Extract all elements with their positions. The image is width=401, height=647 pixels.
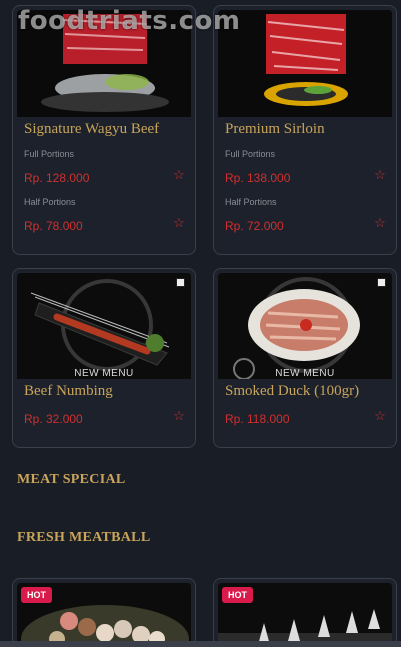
menu-card-beef-numbing[interactable]: NEW MENU Beef Numbing Rp. 32.000 ☆ [12,268,196,448]
menu-card-premium-sirloin[interactable]: Premium Sirloin Full Portions Rp. 138.00… [213,5,397,255]
menu-card-meatball-2[interactable]: HOT [213,578,397,647]
menu-card-meatball-1[interactable]: HOT [12,578,196,647]
new-menu-badge: NEW MENU [275,368,335,379]
item-title: Beef Numbing [24,383,113,399]
item-title: Signature Wagyu Beef [24,121,160,137]
menu-card-signature-wagyu-beef[interactable]: Signature Wagyu Beef Full Portions Rp. 1… [12,5,196,255]
price: Rp. 32.000 [24,412,83,426]
price: Rp. 138.000 [225,171,291,185]
star-outline-icon[interactable]: ☆ [173,409,185,422]
portion-label: Half Portions [225,197,277,207]
item-title: Premium Sirloin [225,121,325,137]
hot-badge: HOT [21,587,52,603]
star-outline-icon[interactable]: ☆ [173,168,185,181]
portion-label: Full Portions [24,149,75,159]
food-photo: NEW MENU [218,273,392,379]
qr-icon [176,278,185,287]
food-photo [218,10,392,117]
section-heading-meat-special: MEAT SPECIAL [17,472,126,487]
star-outline-icon[interactable]: ☆ [173,216,185,229]
bottom-bar [0,641,401,647]
price: Rp. 78.000 [24,219,83,233]
watermark: foodtriats.com [18,6,241,36]
item-title: Smoked Duck (100gr) [225,383,360,399]
food-photo: NEW MENU [17,273,191,379]
star-outline-icon[interactable]: ☆ [374,216,386,229]
hot-badge: HOT [222,587,253,603]
menu-card-smoked-duck[interactable]: NEW MENU Smoked Duck (100gr) Rp. 118.000… [213,268,397,448]
price: Rp. 128.000 [24,171,90,185]
star-outline-icon[interactable]: ☆ [374,168,386,181]
section-heading-fresh-meatball: FRESH MEATBALL [17,530,151,545]
star-outline-icon[interactable]: ☆ [374,409,386,422]
portion-label: Half Portions [24,197,76,207]
qr-icon [377,278,386,287]
price: Rp. 72.000 [225,219,284,233]
price: Rp. 118.000 [225,412,290,426]
new-menu-badge: NEW MENU [74,368,134,379]
portion-label: Full Portions [225,149,276,159]
